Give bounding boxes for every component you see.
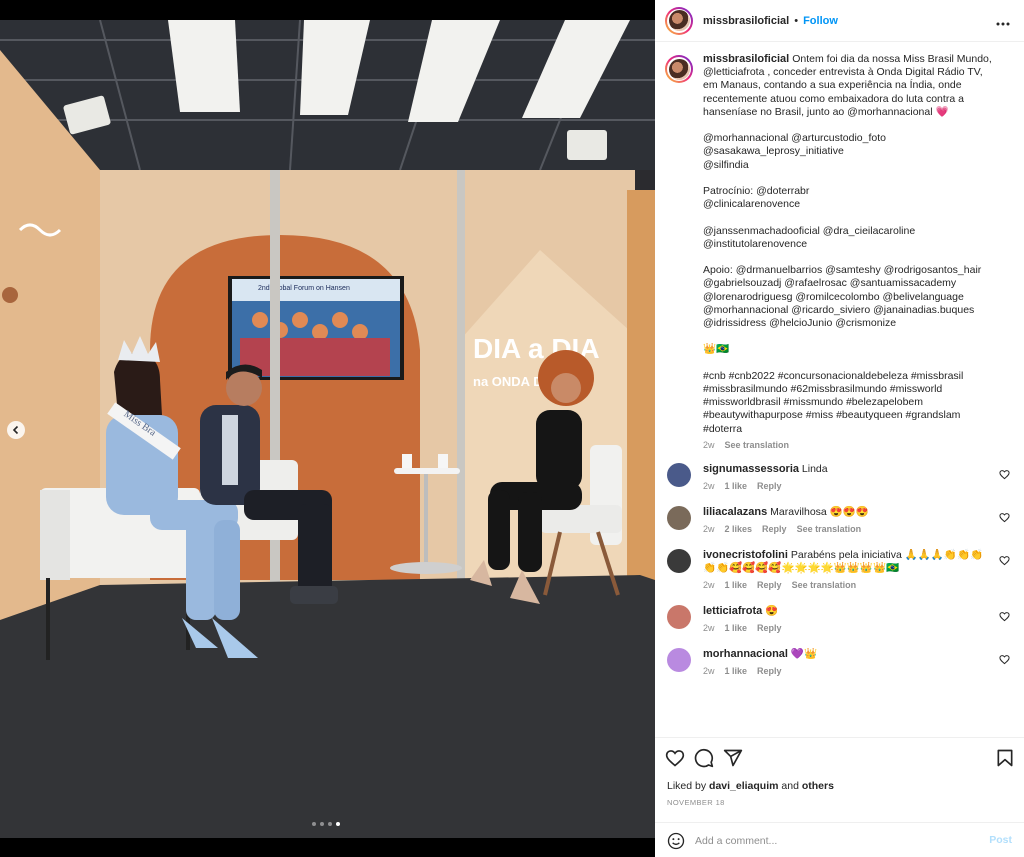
avatar[interactable]	[667, 604, 691, 629]
media-pane: 2nd Global Forum on Hansen DIA a DIA na …	[0, 0, 655, 857]
comment-icon	[694, 749, 714, 768]
comment-time: 2w	[703, 523, 715, 534]
comment-text: Linda	[801, 462, 828, 475]
comment-time: 2w	[703, 480, 715, 491]
add-comment-input[interactable]	[695, 831, 965, 851]
comment-item: ivonecristofolini Parabéns pela iniciati…	[665, 548, 1010, 592]
comment-username[interactable]: letticiafrota	[703, 605, 762, 617]
comment-likes[interactable]: 1 like	[725, 665, 748, 678]
carousel-dot[interactable]	[312, 822, 316, 826]
reply-button[interactable]: Reply	[757, 579, 782, 592]
carousel-prev-button[interactable]	[7, 421, 25, 439]
comment-text: Maravilhosa 😍😍😍	[770, 505, 869, 518]
heart-icon	[999, 611, 1010, 622]
comment-username[interactable]: signumassessoria	[703, 463, 799, 475]
reply-button[interactable]: Reply	[757, 480, 782, 493]
post-date[interactable]: NOVEMBER 18	[667, 798, 725, 807]
liked-by-prefix: Liked by	[667, 780, 710, 792]
save-button[interactable]	[996, 748, 1014, 771]
comment-like-button[interactable]	[999, 555, 1010, 569]
post-photo[interactable]: 2nd Global Forum on Hansen DIA a DIA na …	[0, 20, 655, 838]
see-translation-link[interactable]: See translation	[725, 440, 790, 450]
share-button[interactable]	[723, 748, 743, 771]
comment-username[interactable]: liliacalazans	[703, 506, 767, 518]
comment-likes[interactable]: 2 likes	[725, 523, 753, 536]
add-comment-bar: Post	[655, 822, 1024, 857]
caption-username[interactable]: missbrasiloficial	[703, 53, 789, 65]
comment-items: signumassessoria Linda 2w 1 like Reply lilia…	[665, 462, 1010, 678]
emoji-icon	[667, 832, 685, 850]
liked-by-user[interactable]: davi_eliaquim	[709, 780, 778, 792]
comment-button[interactable]	[694, 748, 714, 771]
bookmark-icon	[997, 749, 1013, 767]
see-translation-link[interactable]: See translation	[797, 523, 862, 536]
comment-username[interactable]: ivonecristofolini	[703, 549, 788, 561]
carousel-dot[interactable]	[328, 822, 332, 826]
carousel-dots	[312, 822, 340, 826]
avatar[interactable]	[665, 6, 693, 35]
post-actions: Liked by davi_eliaquim and others NOVEMB…	[655, 737, 1024, 857]
comment-like-button[interactable]	[999, 611, 1010, 625]
comment-time: 2w	[703, 622, 715, 633]
comment-likes[interactable]: 1 like	[725, 480, 748, 493]
like-button[interactable]	[665, 748, 685, 771]
header-separator: •	[794, 14, 799, 27]
comment-text: 💜👑	[790, 647, 818, 660]
heart-icon	[999, 555, 1010, 566]
share-icon	[723, 749, 743, 767]
comment-time: 2w	[703, 665, 715, 676]
heart-icon	[665, 750, 685, 767]
comment-like-button[interactable]	[999, 654, 1010, 668]
wall-logo-sub: na ONDA D	[473, 374, 543, 389]
liked-by-and: and	[778, 780, 802, 792]
comments-list[interactable]: missbrasiloficial Ontem foi dia da nossa …	[655, 43, 1024, 737]
reply-button[interactable]: Reply	[762, 523, 787, 536]
comment-like-button[interactable]	[999, 512, 1010, 526]
emoji-button[interactable]	[667, 832, 685, 853]
post-comment-button[interactable]: Post	[989, 834, 1012, 846]
chevron-left-icon	[12, 425, 19, 435]
header-username[interactable]: missbrasiloficial	[703, 15, 789, 27]
avatar[interactable]	[667, 505, 691, 530]
heart-icon	[999, 469, 1010, 480]
follow-button[interactable]: Follow	[803, 15, 838, 27]
post-caption: missbrasiloficial Ontem foi dia da nossa …	[665, 53, 1010, 450]
carousel-dot[interactable]	[320, 822, 324, 826]
caption-text: Ontem foi dia da nossa Miss Brasil Mundo…	[703, 53, 992, 435]
comment-item: signumassessoria Linda 2w 1 like Reply	[665, 462, 1010, 493]
liked-by-others[interactable]: others	[802, 780, 834, 792]
comment-username[interactable]: morhannacional	[703, 648, 788, 660]
comment-text: 😍	[765, 604, 779, 617]
comment-item: letticiafrota 😍 2w 1 like Reply	[665, 604, 1010, 635]
avatar[interactable]	[667, 548, 691, 573]
comment-like-button[interactable]	[999, 469, 1010, 483]
avatar[interactable]	[667, 647, 691, 672]
comment-item: liliacalazans Maravilhosa 😍😍😍 2w 2 likes Re…	[665, 505, 1010, 536]
comment-likes[interactable]: 1 like	[725, 622, 748, 635]
heart-icon	[999, 654, 1010, 665]
comment-time: 2w	[703, 579, 715, 590]
comment-likes[interactable]: 1 like	[725, 579, 748, 592]
see-translation-link[interactable]: See translation	[792, 579, 857, 592]
post-header: missbrasiloficial • Follow	[655, 0, 1024, 42]
more-icon	[996, 22, 1010, 26]
caption-time: 2w	[703, 439, 715, 450]
post-side-panel: missbrasiloficial • Follow missbrasilofi…	[655, 0, 1024, 857]
reply-button[interactable]: Reply	[757, 622, 782, 635]
reply-button[interactable]: Reply	[757, 665, 782, 678]
more-options-button[interactable]	[996, 13, 1010, 29]
avatar[interactable]	[667, 462, 691, 487]
heart-icon	[999, 512, 1010, 523]
liked-by: Liked by davi_eliaquim and others	[667, 780, 834, 792]
comment-item: morhannacional 💜👑 2w 1 like Reply	[665, 647, 1010, 678]
carousel-dot-active[interactable]	[336, 822, 340, 826]
action-icons	[665, 748, 1014, 772]
instagram-post-modal: 2nd Global Forum on Hansen DIA a DIA na …	[0, 0, 1024, 857]
avatar[interactable]	[665, 55, 693, 83]
